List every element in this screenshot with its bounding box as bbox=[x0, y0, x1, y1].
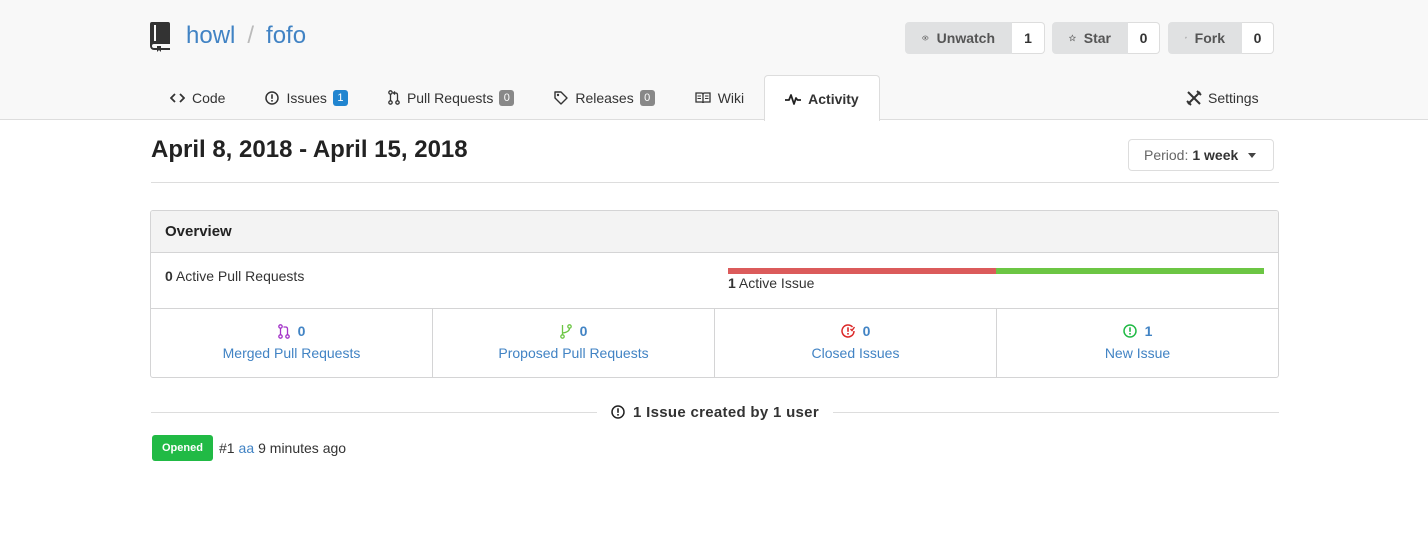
open-issues-bar bbox=[996, 268, 1264, 274]
proposed-pull-requests-link[interactable]: Proposed Pull Requests bbox=[498, 345, 648, 361]
issues-summary-divider: 1 Issue created by 1 user bbox=[151, 401, 1279, 423]
star-label: Star bbox=[1083, 30, 1111, 46]
tab-wiki-label: Wiki bbox=[717, 89, 745, 106]
repo-name-link[interactable]: fofo bbox=[266, 22, 306, 50]
fork-icon bbox=[1185, 36, 1187, 39]
pull-requests-count-badge: 0 bbox=[499, 89, 515, 106]
issue-icon bbox=[611, 405, 625, 419]
merged-pull-requests-count-link[interactable]: 0 bbox=[277, 323, 306, 339]
issues-count-badge: 1 bbox=[332, 89, 348, 106]
issue-closed-icon bbox=[840, 324, 855, 338]
repo-tabs: Code Issues 1 Pull Requests 0 Releases 0… bbox=[150, 75, 880, 121]
closed-issues-bar bbox=[728, 268, 996, 274]
issue-time: 9 minutes ago bbox=[258, 440, 347, 456]
overview-stats: 0 Merged Pull Requests 0 Proposed Pull R… bbox=[151, 309, 1278, 377]
tab-pull-requests-label: Pull Requests bbox=[406, 89, 494, 106]
active-pull-requests-label: Active Pull Requests bbox=[175, 268, 305, 284]
code-icon bbox=[170, 92, 185, 103]
repo-title: howl / fofo bbox=[150, 18, 306, 54]
releases-count-badge: 0 bbox=[639, 89, 655, 106]
active-pull-requests: 0 Active Pull Requests bbox=[165, 268, 304, 284]
tab-activity-label: Activity bbox=[808, 90, 859, 107]
tab-activity[interactable]: Activity bbox=[764, 75, 880, 121]
overview-summary-row: 0 Active Pull Requests 1 Active Issue bbox=[151, 253, 1278, 309]
merged-pull-requests-count: 0 bbox=[297, 323, 306, 339]
tools-icon bbox=[1186, 89, 1202, 106]
book-icon bbox=[695, 91, 711, 103]
stat-new-issues: 1 New Issue bbox=[997, 309, 1278, 377]
pulse-icon bbox=[785, 93, 802, 105]
period-dropdown[interactable]: Period: 1 week bbox=[1128, 139, 1274, 171]
active-issues-label: Active Issue bbox=[738, 275, 815, 291]
overview-heading: Overview bbox=[151, 211, 1278, 253]
closed-issues-count-link[interactable]: 0 bbox=[840, 323, 871, 339]
unwatch-button[interactable]: Unwatch bbox=[905, 22, 1012, 54]
tab-settings-label: Settings bbox=[1208, 89, 1259, 106]
dropdown-caret-icon bbox=[1248, 152, 1257, 158]
tab-releases-label: Releases bbox=[575, 89, 634, 106]
opened-status-label: Opened bbox=[152, 435, 213, 461]
stat-closed-issues: 0 Closed Issues bbox=[715, 309, 997, 377]
issue-number: #1 bbox=[218, 440, 235, 456]
active-issues-count: 1 bbox=[728, 275, 736, 291]
pull-request-icon bbox=[388, 90, 400, 105]
active-issues: 1 Active Issue bbox=[728, 275, 814, 291]
tab-code[interactable]: Code bbox=[150, 75, 245, 120]
fork-button[interactable]: Fork bbox=[1168, 22, 1242, 54]
tab-releases[interactable]: Releases 0 bbox=[534, 75, 674, 120]
overview-panel: Overview 0 Active Pull Requests 1 Active… bbox=[150, 210, 1279, 378]
repo-header: howl / fofo Unwatch 1 Star 0 Fork 0 Code… bbox=[0, 0, 1428, 121]
issue-activity-item: Opened #1 aa 9 minutes ago bbox=[152, 435, 346, 461]
new-issues-link[interactable]: New Issue bbox=[1105, 345, 1170, 361]
tab-issues[interactable]: Issues 1 bbox=[245, 75, 367, 120]
watchers-count[interactable]: 1 bbox=[1012, 22, 1045, 54]
period-value: 1 week bbox=[1192, 147, 1239, 163]
tab-code-label: Code bbox=[192, 89, 226, 106]
stars-count[interactable]: 0 bbox=[1128, 22, 1160, 54]
divider-line bbox=[151, 182, 1279, 183]
tab-pull-requests[interactable]: Pull Requests 0 bbox=[368, 75, 534, 120]
tab-settings[interactable]: Settings bbox=[1186, 75, 1259, 120]
proposed-pull-requests-count: 0 bbox=[579, 323, 588, 339]
tab-wiki[interactable]: Wiki bbox=[675, 75, 764, 120]
fork-button-group: Fork 0 bbox=[1168, 22, 1274, 54]
proposed-pull-requests-count-link[interactable]: 0 bbox=[559, 323, 588, 339]
repo-book-icon bbox=[150, 22, 170, 52]
closed-issues-count: 0 bbox=[862, 323, 871, 339]
repo-owner-link[interactable]: howl bbox=[186, 22, 235, 50]
stat-proposed-pull-requests: 0 Proposed Pull Requests bbox=[433, 309, 715, 377]
star-button[interactable]: Star bbox=[1052, 22, 1128, 54]
issue-opened-icon bbox=[1122, 324, 1137, 338]
period-prefix: Period: bbox=[1144, 147, 1189, 163]
star-icon bbox=[1069, 34, 1076, 42]
git-merge-icon bbox=[277, 323, 290, 339]
period-title: April 8, 2018 - April 15, 2018 bbox=[151, 136, 468, 163]
issues-summary-text: 1 Issue created by 1 user bbox=[633, 403, 819, 421]
star-button-group: Star 0 bbox=[1052, 22, 1160, 54]
issues-summary: 1 Issue created by 1 user bbox=[597, 404, 833, 421]
closed-issues-link[interactable]: Closed Issues bbox=[812, 345, 900, 361]
unwatch-label: Unwatch bbox=[936, 30, 995, 46]
watch-button-group: Unwatch 1 bbox=[905, 22, 1045, 54]
stat-merged-pull-requests: 0 Merged Pull Requests bbox=[151, 309, 433, 377]
repo-separator: / bbox=[247, 22, 255, 49]
issue-icon bbox=[265, 90, 280, 105]
active-pull-requests-count: 0 bbox=[165, 268, 173, 284]
fork-label: Fork bbox=[1194, 30, 1225, 46]
eye-icon bbox=[922, 35, 929, 41]
merged-pull-requests-link[interactable]: Merged Pull Requests bbox=[223, 345, 361, 361]
new-issues-count-link[interactable]: 1 bbox=[1122, 323, 1153, 339]
issues-progress-bar bbox=[728, 268, 1264, 274]
tab-issues-label: Issues bbox=[286, 89, 327, 106]
tag-icon bbox=[554, 90, 569, 105]
divider-line-left bbox=[151, 411, 598, 413]
new-issues-count: 1 bbox=[1144, 323, 1153, 339]
issue-title-link[interactable]: aa bbox=[239, 440, 255, 456]
git-branch-icon bbox=[559, 323, 572, 339]
divider-line-right bbox=[832, 411, 1279, 413]
forks-count[interactable]: 0 bbox=[1242, 22, 1274, 54]
